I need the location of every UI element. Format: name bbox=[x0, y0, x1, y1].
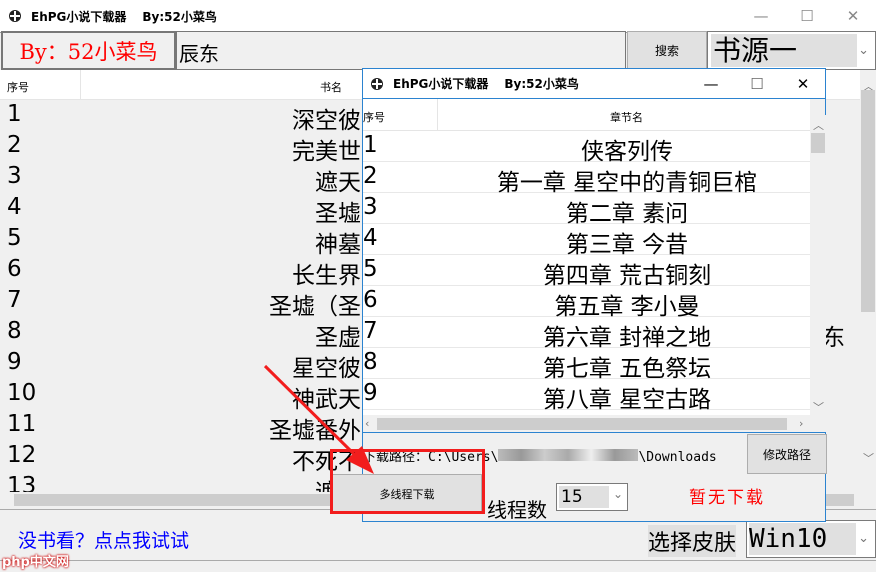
watermark: php中文网 bbox=[2, 555, 69, 570]
annotation-arrow-icon bbox=[263, 364, 374, 474]
